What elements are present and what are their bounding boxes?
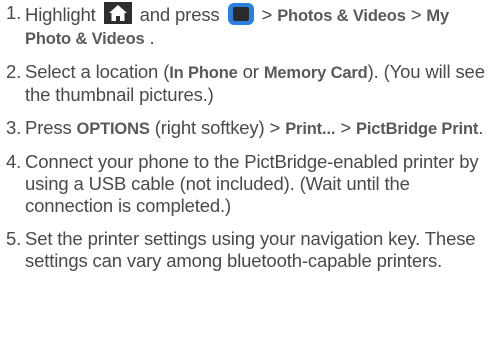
step-text: > — [335, 117, 356, 138]
step-text: (right softkey) > — [149, 117, 286, 138]
step-text: Press — [25, 117, 77, 138]
step-text: Connect your phone to the PictBridge-ena… — [25, 151, 479, 216]
step-text: Highlight — [25, 4, 96, 25]
step-text: or — [237, 61, 264, 82]
step-number: 4. — [6, 151, 22, 172]
menu-item-photos-videos: Photos & Videos — [277, 7, 406, 25]
step-1: 1. Highlight and press > Photos & Videos… — [0, 2, 488, 50]
step-5: 5. Set the printer settings using your n… — [0, 228, 488, 272]
softkey-options: OPTIONS — [76, 120, 150, 138]
step-text: . — [478, 117, 484, 138]
option-memory-card: Memory Card — [263, 64, 368, 82]
menu-item-pictbridge-print: PictBridge Print — [355, 120, 479, 138]
step-text: > — [410, 4, 427, 25]
step-text: . — [149, 27, 155, 48]
instruction-steps: 1. Highlight and press > Photos & Videos… — [0, 2, 488, 283]
menu-item-print: Print... — [285, 120, 336, 138]
home-icon — [103, 2, 132, 24]
step-number: 3. — [6, 117, 22, 138]
menu-key-icon — [227, 3, 254, 25]
step-text: and press — [139, 4, 220, 25]
step-3: 3. Press OPTIONS (right softkey) > Print… — [0, 117, 488, 140]
step-text: Set the printer settings using your navi… — [25, 228, 476, 271]
option-in-phone: In Phone — [169, 64, 238, 82]
step-number: 1. — [6, 2, 22, 23]
step-2: 2. Select a location (In Phone or Memory… — [0, 61, 488, 106]
step-4: 4. Connect your phone to the PictBridge-… — [0, 151, 488, 217]
step-number: 2. — [6, 61, 22, 82]
step-text: > — [261, 4, 278, 25]
step-text: Select a location ( — [25, 61, 170, 82]
step-number: 5. — [6, 228, 22, 249]
